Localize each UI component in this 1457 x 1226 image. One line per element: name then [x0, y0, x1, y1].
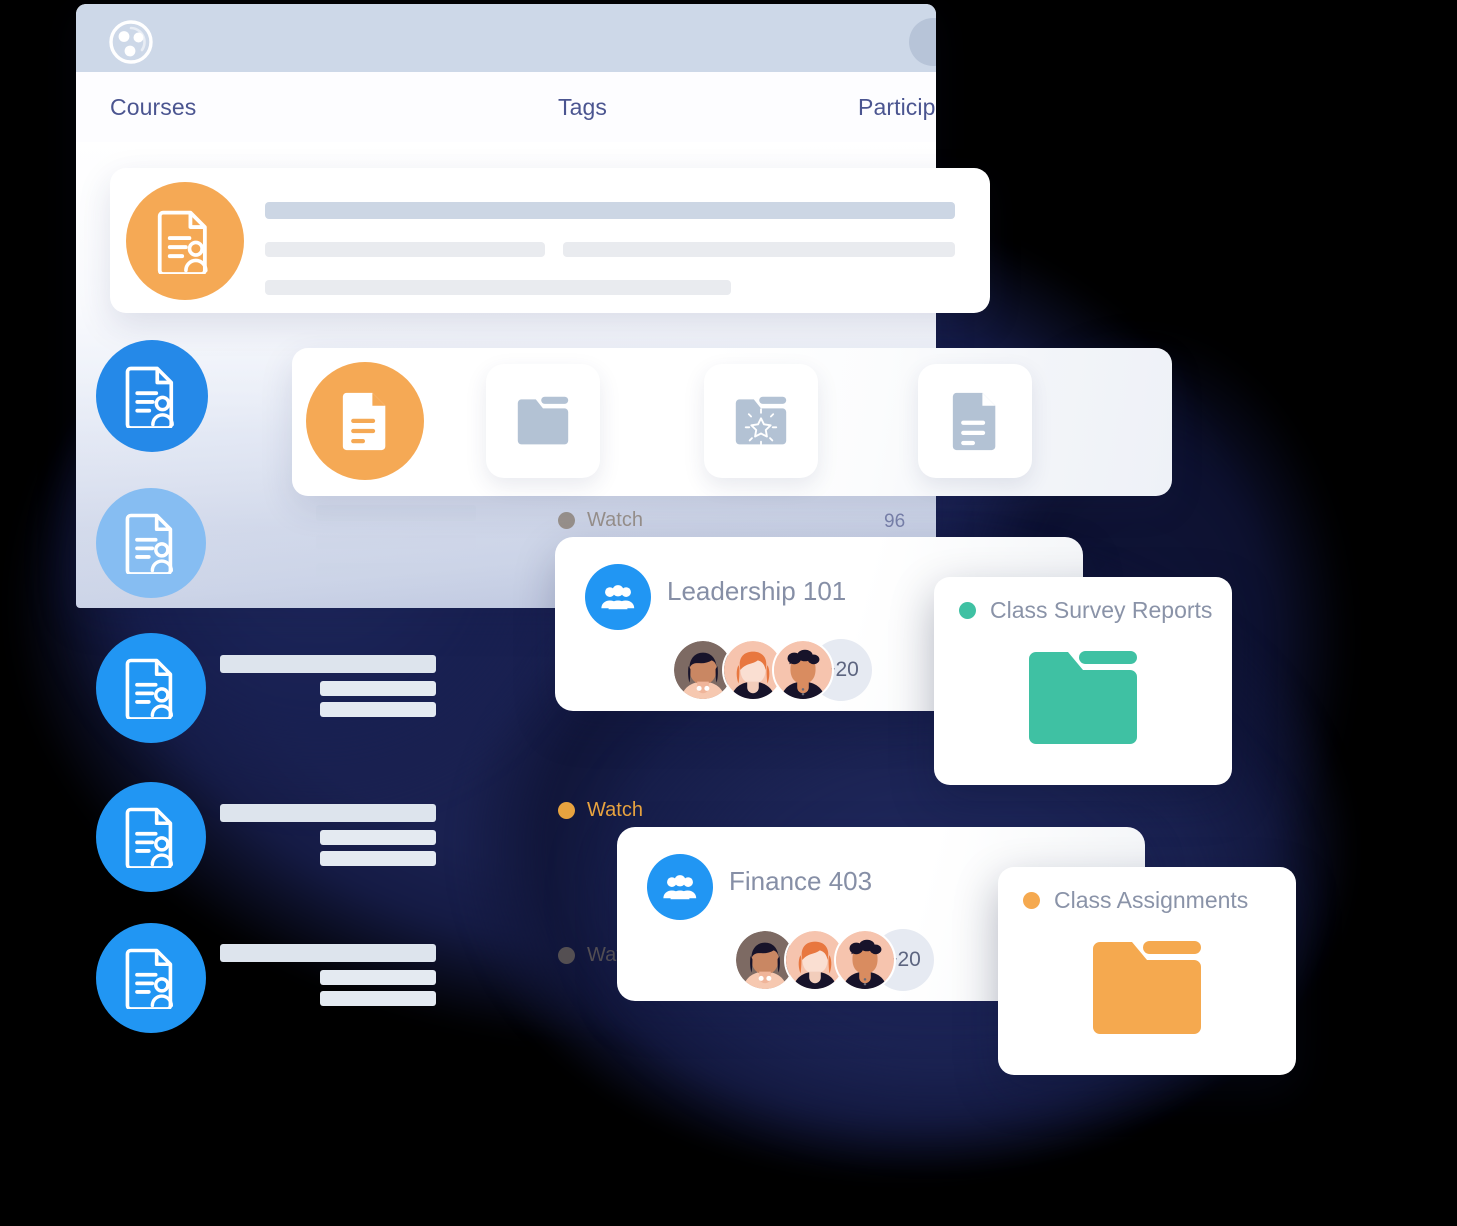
skeleton-bar [220, 804, 436, 822]
watch-status-row: Watch [558, 799, 643, 822]
skeleton-bar [320, 851, 436, 866]
document-placeholder-lines [265, 202, 955, 295]
skeleton-bar [265, 242, 545, 257]
folder-card-header: Class Survey Reports [959, 597, 1212, 624]
document-icon-active[interactable] [306, 362, 424, 480]
illustration-stage: Courses Tags Participants Watch 96 Watch… [0, 0, 1457, 1226]
document-lines-icon[interactable] [918, 364, 1032, 478]
status-dot-icon [1023, 892, 1040, 909]
skeleton-bar [265, 280, 731, 295]
skeleton-bar [220, 655, 436, 673]
doc-user-icon-5[interactable] [96, 923, 206, 1033]
status-dot-icon [959, 602, 976, 619]
doc-user-icon-1[interactable] [96, 340, 208, 452]
watch-status-row: Watch [558, 509, 643, 532]
participant-avatars[interactable]: +20 [672, 639, 872, 701]
folder-label: Class Assignments [1054, 887, 1249, 913]
course-title: Finance 403 [729, 866, 873, 896]
doc-user-icon-2[interactable] [96, 488, 206, 598]
folder-icon[interactable] [486, 364, 600, 478]
tab-participants[interactable]: Participants [858, 94, 936, 121]
skeleton-group [316, 505, 476, 577]
folder-card-class-assignments[interactable]: Class Assignments [998, 867, 1296, 1075]
tab-tags[interactable]: Tags [558, 94, 607, 121]
watch-label: Watch [587, 509, 643, 531]
watch-label: Watch [587, 799, 643, 821]
folder-label: Class Survey Reports [990, 597, 1213, 623]
participant-avatars[interactable]: +20 [734, 929, 934, 991]
avatar-curly-dark [834, 929, 896, 991]
doc-user-icon-3[interactable] [96, 633, 206, 743]
group-people-icon [585, 564, 651, 630]
folder-star-icon[interactable] [704, 364, 818, 478]
document-user-icon [126, 182, 244, 300]
skeleton-bar [320, 681, 436, 696]
pinwheel-logo-icon [109, 20, 153, 64]
skeleton-bar [220, 944, 436, 962]
skeleton-bar [320, 970, 436, 985]
skeleton-bar [320, 702, 436, 717]
folder-icon [1087, 933, 1207, 1048]
tab-courses[interactable]: Courses [110, 94, 196, 121]
status-dot-icon [558, 802, 575, 819]
watch-count: 96 [884, 511, 906, 532]
skeleton-bar [320, 830, 436, 845]
skeleton-bar [563, 242, 955, 257]
folder-icon [1023, 643, 1143, 758]
folder-card-class-survey-reports[interactable]: Class Survey Reports [934, 577, 1232, 785]
status-dot-icon [558, 947, 575, 964]
group-people-icon [647, 854, 713, 920]
tab-bar: Courses Tags Participants [76, 72, 936, 142]
folder-card-header: Class Assignments [1023, 887, 1248, 914]
avatar-curly-dark [772, 639, 834, 701]
skeleton-bar [265, 202, 955, 219]
window-header [76, 4, 936, 72]
document-card[interactable] [110, 168, 990, 313]
status-dot-icon [558, 512, 575, 529]
file-type-toolbar [292, 348, 1172, 496]
course-title: Leadership 101 [667, 576, 847, 606]
avatar[interactable] [909, 18, 936, 66]
doc-user-icon-4[interactable] [96, 782, 206, 892]
skeleton-bar [320, 991, 436, 1006]
